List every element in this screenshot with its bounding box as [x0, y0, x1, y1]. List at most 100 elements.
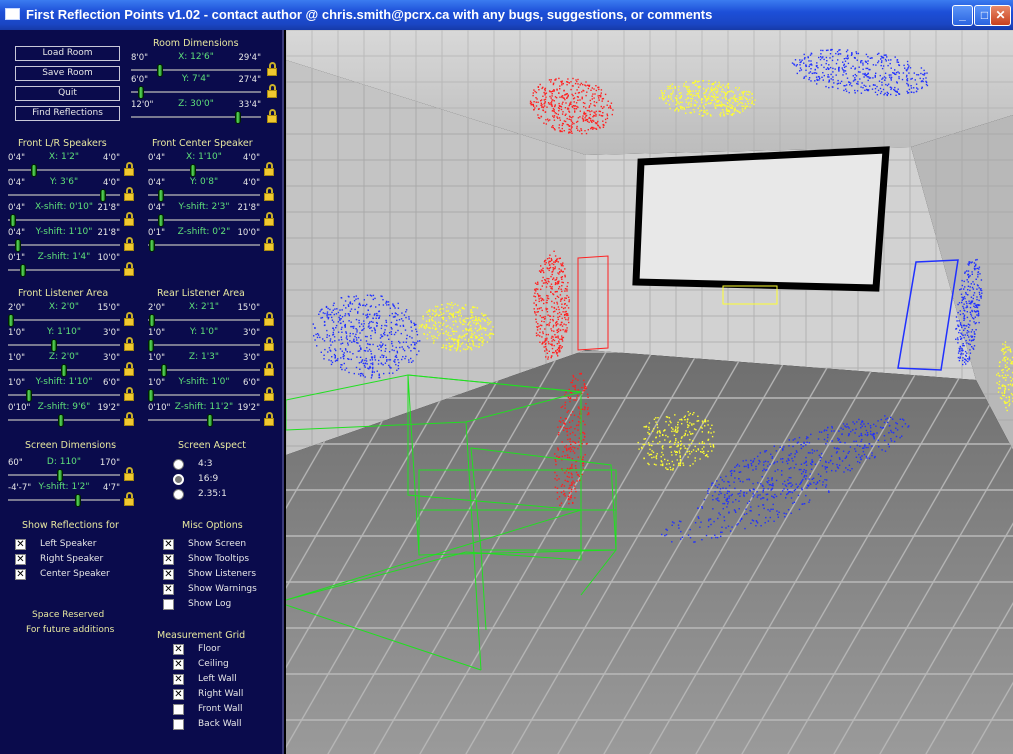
slider-thumb[interactable]: [138, 86, 145, 99]
close-button[interactable]: ✕: [990, 5, 1011, 26]
checkbox[interactable]: [163, 599, 174, 610]
aspect-radio[interactable]: [173, 459, 184, 470]
slider-thumb[interactable]: [235, 111, 242, 124]
lock-icon[interactable]: [124, 212, 134, 226]
checkbox[interactable]: ✕: [15, 569, 26, 580]
slider-thumb[interactable]: [190, 164, 197, 177]
slider-track[interactable]: [8, 419, 120, 421]
checkbox-label[interactable]: Center Speaker: [40, 569, 110, 579]
slider-thumb[interactable]: [57, 414, 64, 427]
slider-track[interactable]: [8, 499, 120, 501]
slider-thumb[interactable]: [100, 189, 107, 202]
checkbox-label[interactable]: Left Wall: [198, 674, 237, 684]
lock-icon[interactable]: [264, 212, 274, 226]
checkbox[interactable]: ✕: [173, 659, 184, 670]
slider-thumb[interactable]: [8, 314, 14, 327]
lock-icon[interactable]: [124, 387, 134, 401]
slider-track[interactable]: [131, 116, 261, 118]
checkbox[interactable]: ✕: [15, 539, 26, 550]
lock-icon[interactable]: [124, 162, 134, 176]
slider-track[interactable]: [148, 194, 260, 196]
lock-icon[interactable]: [264, 162, 274, 176]
lock-icon[interactable]: [264, 237, 274, 251]
slider-track[interactable]: [148, 419, 260, 421]
checkbox[interactable]: ✕: [173, 689, 184, 700]
minimize-button[interactable]: _: [952, 5, 973, 26]
slider-thumb[interactable]: [160, 364, 167, 377]
slider-thumb[interactable]: [149, 314, 156, 327]
lock-icon[interactable]: [124, 467, 134, 481]
slider-thumb[interactable]: [149, 239, 156, 252]
room-3d-viewport[interactable]: [286, 30, 1013, 754]
checkbox-label[interactable]: Left Speaker: [40, 539, 96, 549]
slider-thumb[interactable]: [19, 264, 26, 277]
lock-icon[interactable]: [124, 337, 134, 351]
checkbox[interactable]: ✕: [163, 569, 174, 580]
slider-track[interactable]: [8, 319, 120, 321]
lock-icon[interactable]: [124, 412, 134, 426]
lock-icon[interactable]: [267, 109, 277, 123]
slider-track[interactable]: [148, 219, 260, 221]
aspect-label[interactable]: 16:9: [198, 474, 218, 484]
save-room-button[interactable]: Save Room: [15, 66, 120, 81]
slider-thumb[interactable]: [56, 469, 63, 482]
lock-icon[interactable]: [264, 412, 274, 426]
slider-track[interactable]: [131, 91, 261, 93]
lock-icon[interactable]: [124, 312, 134, 326]
aspect-label[interactable]: 4:3: [198, 459, 212, 469]
load-room-button[interactable]: Load Room: [15, 46, 120, 61]
projection-screen[interactable]: [632, 146, 890, 292]
slider-thumb[interactable]: [31, 164, 38, 177]
slider-track[interactable]: [8, 474, 120, 476]
aspect-radio[interactable]: [173, 474, 184, 485]
slider-track[interactable]: [131, 69, 261, 71]
lock-icon[interactable]: [124, 262, 134, 276]
checkbox-label[interactable]: Ceiling: [198, 659, 229, 669]
checkbox[interactable]: [173, 704, 184, 715]
checkbox-label[interactable]: Floor: [198, 644, 220, 654]
slider-thumb[interactable]: [15, 239, 22, 252]
quit-button[interactable]: Quit: [15, 86, 120, 101]
slider-track[interactable]: [148, 169, 260, 171]
checkbox-label[interactable]: Show Log: [188, 599, 231, 609]
slider-thumb[interactable]: [207, 414, 214, 427]
checkbox[interactable]: ✕: [15, 554, 26, 565]
aspect-label[interactable]: 2.35:1: [198, 489, 227, 499]
slider-track[interactable]: [8, 169, 120, 171]
checkbox-label[interactable]: Show Tooltips: [188, 554, 249, 564]
slider-thumb[interactable]: [10, 214, 17, 227]
lock-icon[interactable]: [124, 362, 134, 376]
checkbox-label[interactable]: Front Wall: [198, 704, 242, 714]
slider-thumb[interactable]: [157, 214, 164, 227]
aspect-radio[interactable]: [173, 489, 184, 500]
checkbox-label[interactable]: Show Screen: [188, 539, 246, 549]
checkbox[interactable]: ✕: [163, 539, 174, 550]
checkbox-label[interactable]: Right Wall: [198, 689, 243, 699]
slider-thumb[interactable]: [61, 364, 67, 377]
lock-icon[interactable]: [264, 362, 274, 376]
lock-icon[interactable]: [264, 312, 274, 326]
lock-icon[interactable]: [267, 84, 277, 98]
slider-thumb[interactable]: [51, 339, 58, 352]
lock-icon[interactable]: [264, 337, 274, 351]
lock-icon[interactable]: [124, 237, 134, 251]
slider-thumb[interactable]: [148, 389, 154, 402]
checkbox-label[interactable]: Show Listeners: [188, 569, 256, 579]
slider-thumb[interactable]: [148, 339, 154, 352]
slider-track[interactable]: [8, 219, 120, 221]
slider-thumb[interactable]: [26, 389, 33, 402]
checkbox-label[interactable]: Back Wall: [198, 719, 242, 729]
lock-icon[interactable]: [264, 187, 274, 201]
slider-track[interactable]: [148, 244, 260, 246]
checkbox[interactable]: ✕: [163, 554, 174, 565]
checkbox-label[interactable]: Show Warnings: [188, 584, 257, 594]
slider-thumb[interactable]: [74, 494, 81, 507]
checkbox[interactable]: ✕: [173, 674, 184, 685]
slider-track[interactable]: [148, 394, 260, 396]
slider-track[interactable]: [148, 344, 260, 346]
slider-track[interactable]: [8, 344, 120, 346]
slider-track[interactable]: [148, 319, 260, 321]
slider-thumb[interactable]: [157, 189, 164, 202]
slider-track[interactable]: [8, 244, 120, 246]
checkbox-label[interactable]: Right Speaker: [40, 554, 103, 564]
